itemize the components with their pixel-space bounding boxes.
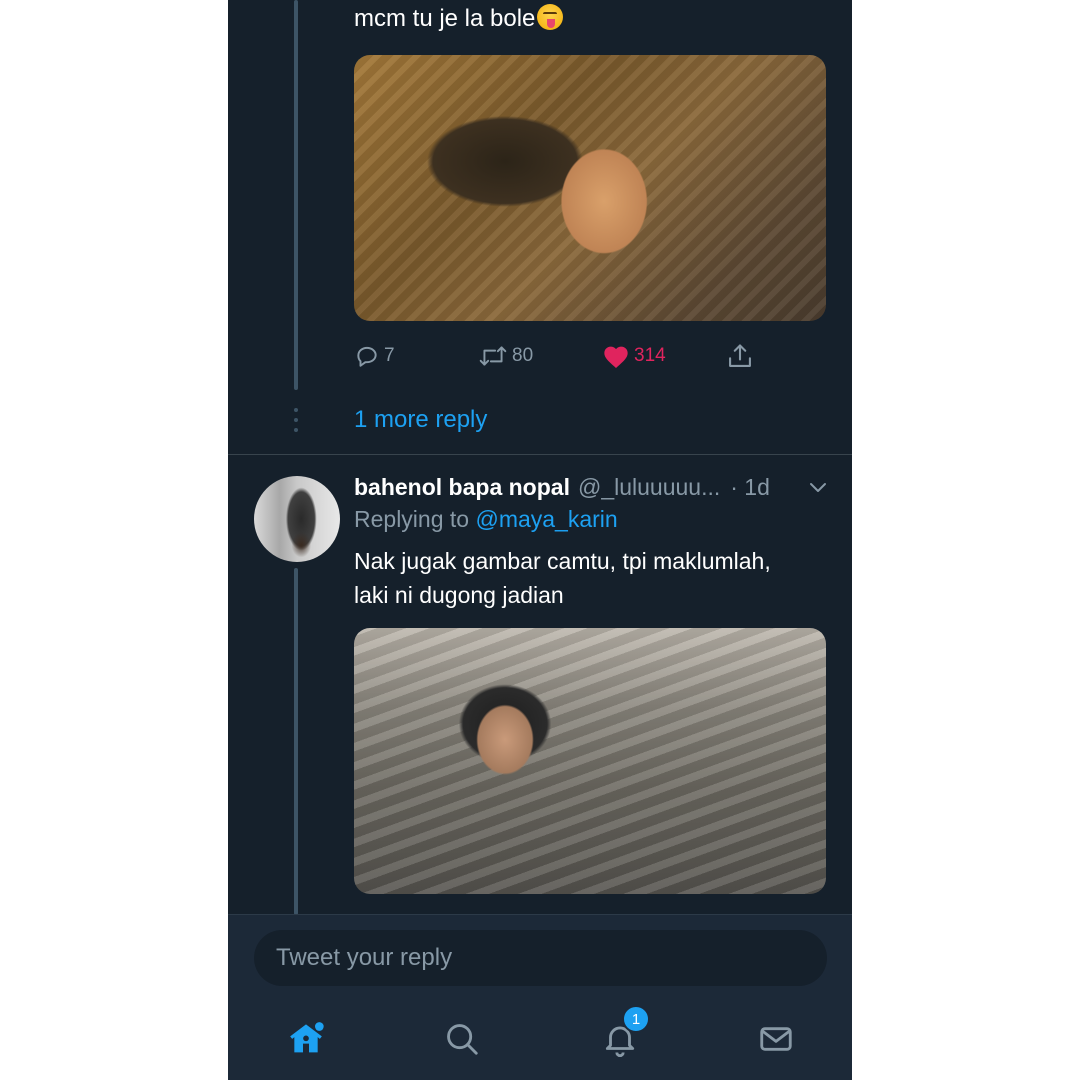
search-icon (447, 1024, 478, 1055)
tweet-timestamp[interactable]: · 1d (730, 474, 770, 501)
heart-filled-icon (604, 346, 628, 369)
tweet-text-partial: mcm tu je la bole (354, 4, 564, 34)
reply-input[interactable]: Tweet your reply (254, 930, 827, 986)
tweet-text: Nak jugak gambar camtu, tpi maklumlah, l… (354, 544, 834, 612)
tweet-text-line: Nak jugak gambar camtu, tpi maklumlah, (354, 548, 771, 574)
share-icon (729, 344, 751, 367)
tab-search[interactable] (438, 1015, 486, 1063)
retweet-count: 80 (512, 345, 534, 366)
like-button[interactable]: 314 (602, 340, 666, 372)
thread-connector-line (294, 0, 298, 390)
tab-notifications[interactable]: 1 (596, 1005, 650, 1063)
tweet-text-line: laki ni dugong jadian (354, 582, 564, 608)
like-count: 314 (634, 345, 666, 366)
chevron-down-icon[interactable] (806, 475, 830, 499)
display-name[interactable]: bahenol bapa nopal (354, 474, 570, 501)
squinting-face-with-tongue-icon (537, 4, 564, 30)
retweet-icon (479, 346, 507, 366)
thread-connector-line (294, 568, 298, 915)
envelope-icon (760, 1027, 792, 1051)
replying-to: Replying to @maya_karin (354, 506, 618, 533)
tweet-photo[interactable] (354, 628, 826, 894)
tab-messages[interactable] (752, 1015, 800, 1063)
notification-badge: 1 (622, 1005, 650, 1033)
share-button[interactable] (726, 340, 754, 372)
more-replies-link[interactable]: 1 more reply (354, 406, 487, 434)
home-icon (290, 1022, 324, 1053)
reply-count: 7 (384, 345, 395, 366)
avatar[interactable] (254, 476, 340, 562)
tweet-divider (228, 454, 852, 455)
bottom-bar: Tweet your reply 1 (228, 914, 852, 1080)
username-handle[interactable]: @_luluuuuu... (578, 474, 720, 501)
tweet-photo[interactable] (354, 55, 826, 321)
tweet-text: mcm tu je la bole (354, 5, 536, 32)
retweet-button[interactable]: 80 (478, 340, 533, 372)
replying-to-label: Replying to (354, 506, 470, 532)
tweet-header: bahenol bapa nopal @_luluuuuu... · 1d (354, 471, 830, 503)
reply-icon (357, 346, 377, 367)
replying-to-mention[interactable]: @maya_karin (475, 506, 617, 532)
twitter-thread-screen: mcm tu je la bole 7 80 314 1 more reply … (228, 0, 852, 1080)
tweet-actions: 7 80 314 (354, 340, 826, 372)
tab-home[interactable] (282, 1015, 330, 1063)
reply-button[interactable]: 7 (354, 340, 395, 372)
more-replies-dots (294, 408, 298, 432)
